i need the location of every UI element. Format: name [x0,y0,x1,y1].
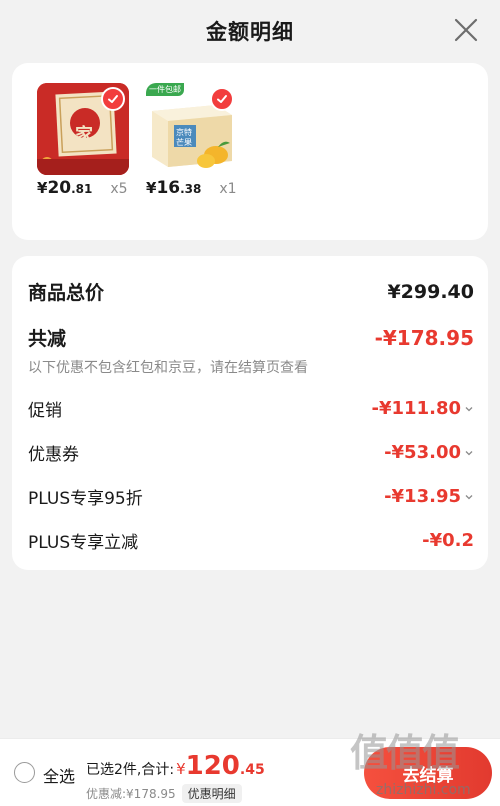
product-quantity: x1 [219,181,237,197]
plus-reduce-value: -¥0.2 [422,530,474,551]
plus-discount-row[interactable]: PLUS专享95折 -¥13.95 [28,484,474,509]
box-text: 家 [75,125,93,146]
price-integer: 16 [156,178,181,198]
coupon-value: -¥53.00 [384,442,461,463]
price-decimal: .38 [180,182,202,196]
product-quantity: x5 [110,181,128,197]
product-badge: 一件包邮 [146,83,184,96]
checkout-button[interactable]: 去结算 [364,747,492,799]
promotion-label: 促销 [28,401,62,421]
price-currency: ¥ [37,179,48,197]
total-integer: 120 [185,751,240,781]
total-reduce-value: -¥178.95 [374,325,474,350]
total-price-row: 商品总价 ¥299.40 [28,278,474,305]
coupon-label: 优惠券 [28,445,79,465]
total-reduce-label: 共减 [28,328,67,350]
modal-header: 金额明细 [0,0,500,62]
promotion-value: -¥111.80 [371,398,461,419]
plus-discount-label: PLUS专享95折 [28,489,143,509]
amount-detail-card: 商品总价 ¥299.40 共减 -¥178.95 以下优惠不包含红包和京豆，请在… [12,256,488,570]
plus-reduce-label: PLUS专享立减 [28,533,139,553]
chevron-down-icon[interactable] [464,492,474,502]
total-price-label: 商品总价 [28,282,105,304]
chevron-down-icon[interactable] [464,404,474,414]
page-title: 金额明细 [206,20,294,44]
chevron-down-icon[interactable] [464,448,474,458]
selected-products-card: 家 ¥ 20 .81 x5 一件包邮 京特芒果 ¥ 16 .38 x1 [12,63,488,240]
total-decimal: .45 [239,762,265,778]
box-text: 京特芒果 [176,128,192,147]
price-integer: 20 [47,178,72,198]
total-currency: ¥ [176,760,186,778]
total-summary: 已选2件,合计: ¥ 120 .45 [86,751,265,781]
price-currency: ¥ [146,179,157,197]
product-item[interactable]: 一件包邮 京特芒果 [146,83,238,175]
price-decimal: .81 [71,182,93,196]
product-price-row: ¥ 20 .81 x5 [37,178,128,198]
total-reduce-row: 共减 -¥178.95 [28,324,474,351]
total-price-value: ¥299.40 [387,280,474,303]
discount-detail-button[interactable]: 优惠明细 [181,784,242,803]
close-icon[interactable] [452,16,480,44]
discount-note: 以下优惠不包含红包和京豆，请在结算页查看 [28,360,308,376]
plus-reduce-row: PLUS专享立减 -¥0.2 [28,528,474,553]
promotion-row[interactable]: 促销 -¥111.80 [28,396,474,421]
select-all-radio[interactable] [14,762,35,783]
plus-discount-value: -¥13.95 [384,486,461,507]
product-item[interactable]: 家 [37,83,129,175]
selected-check-icon[interactable] [101,87,125,111]
red-gift-box-image: 家 [37,83,129,175]
discount-summary-label: 优惠减:¥178.95 [86,787,176,801]
selected-count-label: 已选2件,合计: [86,762,175,778]
coupon-row[interactable]: 优惠券 -¥53.00 [28,440,474,465]
select-all-label[interactable]: 全选 [43,763,75,787]
discount-summary: 优惠减:¥178.95 优惠明细 [86,784,242,803]
product-price-row: ¥ 16 .38 x1 [146,178,237,198]
selected-check-icon[interactable] [210,87,234,111]
mango-box-image: 一件包邮 京特芒果 [146,83,238,175]
